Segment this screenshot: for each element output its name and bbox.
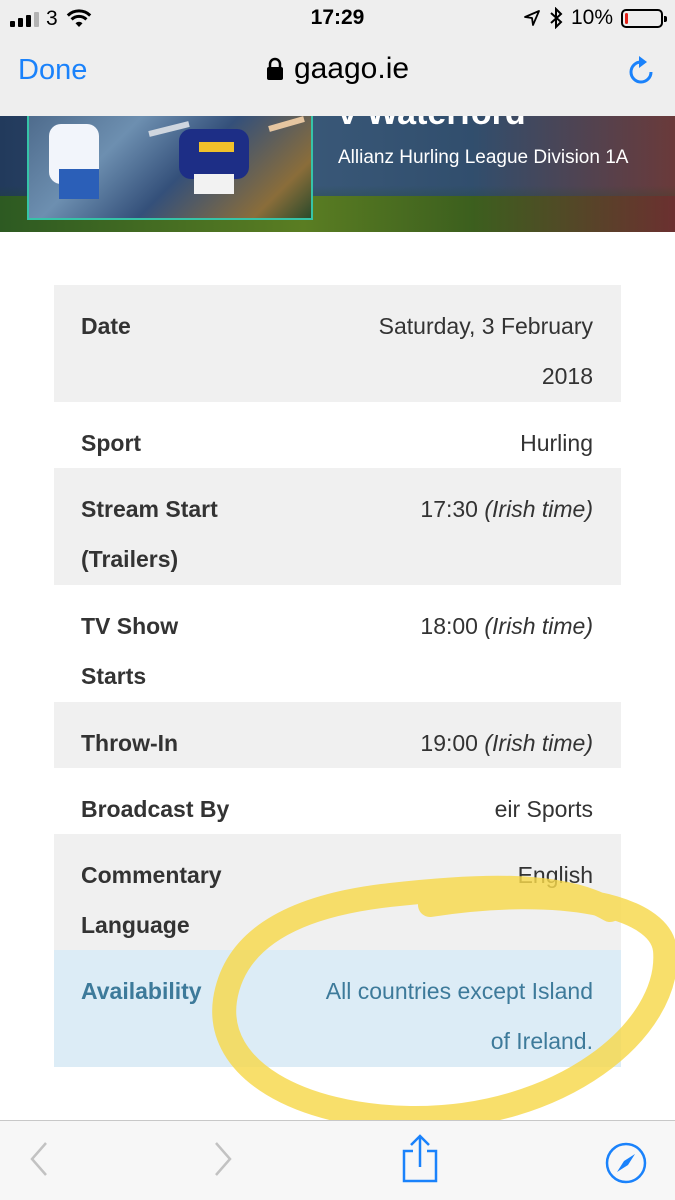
tv-show-time: 18:00 <box>420 613 478 639</box>
forward-arrow-icon[interactable] <box>212 1139 234 1179</box>
throw-in-value: 19:00 (Irish time) <box>281 718 593 756</box>
lock-icon <box>266 57 283 80</box>
back-arrow-icon[interactable] <box>28 1139 50 1179</box>
tv-show-value: 18:00 (Irish time) <box>231 601 593 686</box>
tv-show-timezone: (Irish time) <box>484 613 593 639</box>
detail-row-tv-show: TV Show Starts 18:00 (Irish time) <box>54 585 621 702</box>
detail-row-commentary: Commentary Language English <box>54 834 621 950</box>
browser-bottom-toolbar <box>0 1120 675 1200</box>
commentary-label: Commentary Language <box>81 862 222 938</box>
availability-label: Availability <box>81 978 202 1004</box>
detail-row-date: Date Saturday, 3 February 2018 <box>54 285 621 402</box>
date-label: Date <box>81 313 131 339</box>
stream-start-value: 17:30 (Irish time) <box>281 484 593 569</box>
match-photo <box>27 116 313 220</box>
browser-top-bar: Done gaago.ie <box>0 38 675 116</box>
detail-row-broadcast: Broadcast By eir Sports <box>54 768 621 834</box>
url-text: gaago.ie <box>293 52 410 85</box>
battery-icon <box>621 8 667 28</box>
commentary-value: English <box>517 862 593 888</box>
sport-label: Sport <box>81 430 142 456</box>
throw-in-time: 19:00 <box>420 730 478 756</box>
stream-start-time: 17:30 <box>420 496 478 522</box>
bluetooth-icon <box>550 7 563 29</box>
detail-row-availability: Availability All countries except Island… <box>54 950 621 1067</box>
players-illustration <box>49 116 305 199</box>
date-value: Saturday, 3 February 2018 <box>378 313 593 389</box>
broadcast-label: Broadcast By <box>81 796 230 822</box>
match-details-table: Date Saturday, 3 February 2018 Sport Hur… <box>54 285 621 1067</box>
match-title: v Waterford <box>338 116 526 133</box>
detail-row-stream-start: Stream Start (Trailers) 17:30 (Irish tim… <box>54 468 621 585</box>
battery-percent: 10% <box>570 6 613 29</box>
url-display[interactable]: gaago.ie <box>0 52 675 86</box>
stream-start-timezone: (Irish time) <box>484 496 593 522</box>
throw-in-timezone: (Irish time) <box>484 730 593 756</box>
competition-name: Allianz Hurling League Division 1A <box>338 147 629 168</box>
match-banner: v Waterford Allianz Hurling League Divis… <box>0 116 675 232</box>
availability-value: All countries except Island of Ireland. <box>325 978 593 1054</box>
safari-compass-icon[interactable] <box>604 1141 648 1185</box>
status-bar: 3 17:29 10% <box>0 0 675 38</box>
detail-row-throw-in: Throw-In 19:00 (Irish time) <box>54 702 621 768</box>
location-arrow-icon <box>524 10 540 26</box>
sport-value: Hurling <box>520 430 593 456</box>
detail-row-sport: Sport Hurling <box>54 402 621 468</box>
throw-in-label: Throw-In <box>81 730 179 756</box>
stream-start-label: Stream Start (Trailers) <box>81 496 218 572</box>
tv-show-label: TV Show Starts <box>81 613 179 689</box>
broadcast-value: eir Sports <box>494 796 593 822</box>
share-icon[interactable] <box>400 1133 440 1185</box>
reload-icon[interactable] <box>625 54 657 88</box>
